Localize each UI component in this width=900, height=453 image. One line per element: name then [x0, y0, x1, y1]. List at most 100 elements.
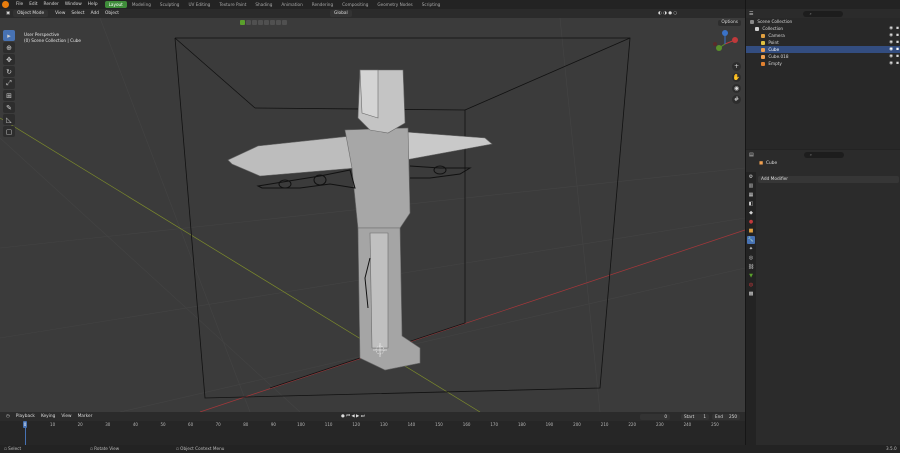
properties-editor-icon[interactable]: ▤ — [749, 152, 754, 158]
outliner-item-camera[interactable]: Camera ◉ ▪ — [746, 32, 900, 39]
tick-label: 210 — [600, 422, 609, 427]
output-tab-icon[interactable]: ▦ — [747, 191, 755, 199]
blender-logo-icon[interactable] — [2, 1, 9, 8]
visibility-eye-icon[interactable]: ◉ — [889, 46, 893, 53]
object-tab-icon[interactable]: ■ — [747, 227, 755, 235]
zoom-icon[interactable]: + — [732, 62, 741, 71]
shading-icons[interactable]: ◐ ◑ ● ○ — [655, 9, 680, 18]
outliner-item-collection[interactable]: Collection ◉ ▪ — [746, 25, 900, 32]
visibility-eye-icon[interactable]: ◉ — [889, 53, 893, 60]
render-camera-icon[interactable]: ▪ — [896, 60, 899, 67]
tab-layout[interactable]: Layout — [104, 1, 127, 8]
timeline-ruler[interactable]: 0 10 20 30 40 50 60 70 80 90 100 110 120 130 140 150 160… — [0, 421, 745, 445]
measure-tool-icon[interactable]: ◺ — [3, 114, 15, 125]
timeline-editor-icon[interactable]: ◷ — [3, 412, 13, 421]
scene-tab-icon[interactable]: ◆ — [747, 209, 755, 217]
mode-select[interactable]: Object Mode — [13, 10, 49, 17]
menu-edit[interactable]: Edit — [26, 0, 40, 9]
menu-timeline-view[interactable]: View — [58, 412, 74, 421]
playback-controls[interactable]: ● ⏮ ◀ ▶ ⏭ — [338, 412, 368, 421]
tab-compositing[interactable]: Compositing — [338, 1, 372, 8]
render-tab-icon[interactable]: ▥ — [747, 182, 755, 190]
properties-editor: ▤ ⌕ ⚙ ▥ ▦ ◧ ◆ ● ■ 🔧 ✦ ◎ ⛓ ▼ ◍ ▩ ■ Cube A… — [746, 150, 900, 453]
tab-modeling[interactable]: Modeling — [128, 1, 155, 8]
tab-geometry-nodes[interactable]: Geometry Nodes — [373, 1, 416, 8]
menu-keying[interactable]: Keying — [38, 412, 58, 421]
menu-marker[interactable]: Marker — [75, 412, 96, 421]
grid-toggle-icon[interactable]: # — [732, 95, 741, 104]
tick-label: 20 — [77, 422, 83, 427]
camera-view-icon[interactable]: ◉ — [732, 84, 741, 93]
menu-file[interactable]: File — [13, 0, 26, 9]
object-name-field[interactable]: ■ Cube — [758, 160, 899, 168]
tab-uv-editing[interactable]: UV Editing — [184, 1, 214, 8]
annotate-tool-icon[interactable]: ✎ — [3, 102, 15, 113]
world-tab-icon[interactable]: ● — [747, 218, 755, 226]
outliner-search-input[interactable]: ⌕ — [803, 10, 844, 17]
tab-shading[interactable]: Shading — [251, 1, 276, 8]
visibility-eye-icon[interactable]: ◉ — [889, 39, 893, 46]
render-camera-icon[interactable]: ▪ — [896, 53, 899, 60]
outliner-item-point[interactable]: Point ◉ ▪ — [746, 39, 900, 46]
transform-tool-icon[interactable]: ⊞ — [3, 90, 15, 101]
render-camera-icon[interactable]: ▪ — [896, 39, 899, 46]
editor-type-icon[interactable]: ▣ — [3, 9, 13, 18]
constraints-tab-icon[interactable]: ⛓ — [747, 263, 755, 271]
render-camera-icon[interactable]: ▪ — [896, 25, 899, 32]
material-tab-icon[interactable]: ◍ — [747, 281, 755, 289]
visibility-eye-icon[interactable]: ◉ — [889, 25, 893, 32]
visibility-eye-icon[interactable]: ◉ — [889, 32, 893, 39]
pan-hand-icon[interactable]: ✋ — [732, 73, 741, 82]
particles-tab-icon[interactable]: ✦ — [747, 245, 755, 253]
outliner-item-cube-018[interactable]: Cube.018 ◉ ▪ — [746, 53, 900, 60]
tab-animation[interactable]: Animation — [277, 1, 306, 8]
cursor-tool-icon[interactable]: ⊕ — [3, 42, 15, 53]
menu-playback[interactable]: Playback — [13, 412, 38, 421]
end-frame-field[interactable]: End 250 — [712, 413, 740, 420]
add-modifier-button[interactable]: Add Modifier — [758, 176, 899, 183]
menu-window[interactable]: Window — [62, 0, 85, 9]
outliner-editor-icon[interactable]: ☰ — [749, 11, 753, 17]
tick-label: 40 — [132, 422, 138, 427]
orientation-select[interactable]: Global — [330, 10, 352, 17]
scene-render — [0, 18, 745, 412]
menu-add[interactable]: Add — [88, 9, 102, 18]
menu-render[interactable]: Render — [41, 0, 62, 9]
playhead[interactable]: 0 — [23, 421, 27, 428]
outliner-root[interactable]: Scene Collection — [746, 18, 900, 25]
menu-help[interactable]: Help — [85, 0, 101, 9]
tab-scripting[interactable]: Scripting — [418, 1, 445, 8]
tool-tab-icon[interactable]: ⚙ — [747, 173, 755, 181]
timeline: ◷ Playback Keying View Marker ● ⏮ ◀ ▶ ⏭ … — [0, 412, 745, 445]
render-camera-icon[interactable]: ▪ — [896, 46, 899, 53]
modifier-tab-icon[interactable]: 🔧 — [747, 236, 755, 244]
outliner-item-cube[interactable]: Cube ◉ ▪ — [746, 46, 900, 53]
add-cube-tool-icon[interactable]: ▢ — [3, 126, 15, 137]
outliner-item-empty[interactable]: Empty ◉ ▪ — [746, 60, 900, 67]
physics-tab-icon[interactable]: ◎ — [747, 254, 755, 262]
select-box-tool-icon[interactable]: ▸ — [3, 30, 15, 41]
navigation-gizmo[interactable] — [711, 30, 739, 58]
menu-object[interactable]: Object — [102, 9, 122, 18]
properties-search-input[interactable]: ⌕ — [803, 152, 844, 158]
tab-rendering[interactable]: Rendering — [308, 1, 337, 8]
data-tab-icon[interactable]: ▼ — [747, 272, 755, 280]
options-button[interactable]: Options — [718, 20, 741, 26]
menu-view[interactable]: View — [52, 9, 68, 18]
move-tool-icon[interactable]: ✥ — [3, 54, 15, 65]
status-select-hint: ▫ Select — [4, 446, 22, 451]
3d-viewport[interactable]: Options User Perspective (0) Scene Colle… — [0, 18, 745, 412]
view-layer-tab-icon[interactable]: ◧ — [747, 200, 755, 208]
tab-sculpting[interactable]: Sculpting — [156, 1, 184, 8]
visibility-eye-icon[interactable]: ◉ — [889, 60, 893, 67]
tick-label: 60 — [188, 422, 194, 427]
rotate-tool-icon[interactable]: ↻ — [3, 66, 15, 77]
current-frame-field[interactable]: 0 — [640, 413, 670, 420]
scale-tool-icon[interactable]: ⤢ — [3, 78, 15, 89]
tab-texture-paint[interactable]: Texture Paint — [215, 1, 250, 8]
start-frame-field[interactable]: Start 1 — [681, 413, 709, 420]
render-camera-icon[interactable]: ▪ — [896, 32, 899, 39]
viewport-overlay-toggles[interactable] — [240, 20, 287, 25]
menu-select[interactable]: Select — [68, 9, 87, 18]
texture-tab-icon[interactable]: ▩ — [747, 290, 755, 298]
